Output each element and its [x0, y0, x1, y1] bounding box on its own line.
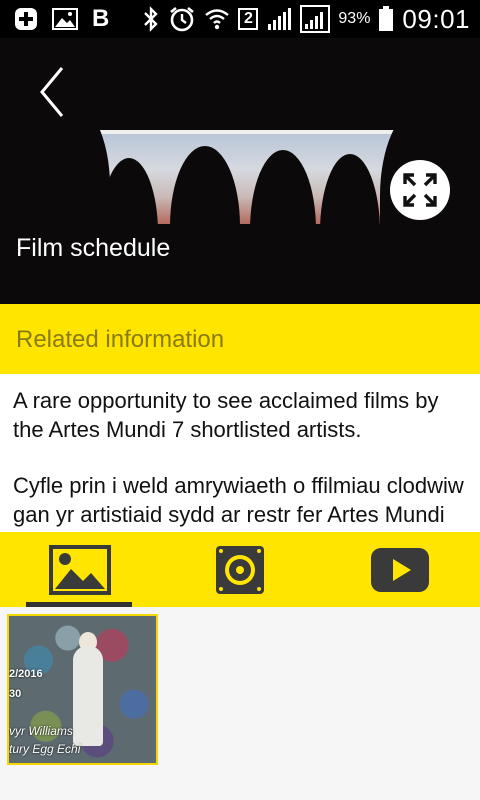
back-button[interactable]: [30, 64, 76, 120]
fullscreen-button[interactable]: [390, 160, 450, 220]
related-info-header: Related information: [0, 304, 480, 374]
thumbnail-figure: [73, 646, 103, 746]
page-title: Film schedule: [16, 234, 171, 262]
media-gallery: 2/2016 30 vyr Williams tury Egg Echi: [0, 607, 480, 800]
bluetooth-icon: [144, 6, 159, 32]
tab-images[interactable]: [0, 532, 160, 607]
chevron-left-icon: [40, 67, 64, 117]
hero-silhouette: [250, 150, 316, 304]
status-bar: B 2 93% 09:01: [0, 0, 480, 38]
thumbnail-caption-artist: vyr Williams: [9, 724, 73, 738]
description-text[interactable]: A rare opportunity to see acclaimed film…: [0, 374, 480, 532]
battery-icon: [379, 6, 394, 31]
sim-2-icon: 2: [238, 8, 259, 30]
thumbnail-caption-date: 2/2016: [9, 668, 43, 680]
clock: 09:01: [402, 3, 470, 34]
signal-icon: [268, 8, 292, 30]
related-info-title: Related information: [16, 326, 225, 353]
b-icon: B: [92, 5, 110, 32]
battery-percent: 93%: [338, 10, 371, 27]
alarm-icon: [170, 6, 195, 32]
hero-silhouette: [0, 98, 110, 304]
description-paragraph-en: A rare opportunity to see acclaimed film…: [13, 388, 439, 442]
hero-banner: Film schedule: [0, 38, 480, 304]
thumbnail-caption-line2: 30: [9, 688, 22, 700]
image-icon: [49, 544, 111, 595]
media-tab-bar: [0, 532, 480, 607]
tab-audio[interactable]: [160, 532, 320, 607]
wifi-icon: [205, 9, 230, 30]
hero-silhouette: [170, 146, 240, 304]
notification-plus-icon: [15, 8, 37, 30]
gallery-thumbnail[interactable]: 2/2016 30 vyr Williams tury Egg Echi: [7, 614, 158, 765]
thumbnail-caption-title: tury Egg Echi: [9, 742, 81, 756]
tab-video[interactable]: [320, 532, 480, 607]
signal-icon: [300, 5, 331, 33]
audio-speaker-icon: [216, 545, 264, 594]
description-paragraph-cy: Cyfle prin i weld amrywiaeth o ffilmiau …: [13, 473, 464, 532]
video-play-icon: [371, 547, 429, 592]
image-icon: [52, 8, 78, 30]
status-left-icons: B: [14, 6, 109, 32]
status-right-icons: 2 93% 09:01: [142, 3, 470, 34]
expand-icon: [403, 173, 437, 207]
hero-silhouette: [320, 154, 380, 304]
